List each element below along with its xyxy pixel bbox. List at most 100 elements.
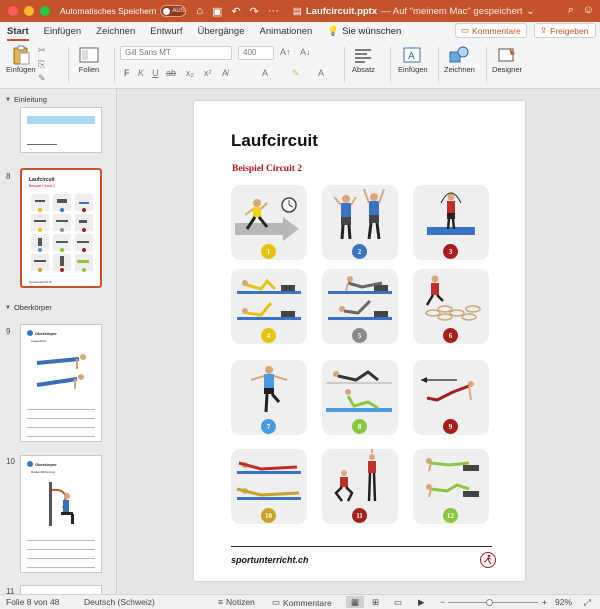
copy-icon[interactable]: ⎘ [38,59,45,70]
comments-status-button[interactable]: ▭ Kommentare [272,597,332,608]
font-size-select[interactable]: 400 [238,46,274,60]
tab-start[interactable]: Start [7,26,29,41]
strikethrough-icon[interactable]: ab [166,68,176,78]
slideshow-button[interactable]: ▶ [418,597,425,608]
slides-button[interactable]: Folien [78,45,100,74]
minimize-window-button[interactable] [24,6,34,16]
station-card-4[interactable]: 4 [231,269,307,344]
station-card-6[interactable]: 6 [413,269,489,344]
paste-label: Einfügen [6,65,36,74]
normal-view-button[interactable]: ▦ [346,596,364,608]
search-icon[interactable]: ⌕ [568,4,574,17]
station-number-badge: 7 [261,419,276,434]
save-icon[interactable]: ▣ [212,5,222,18]
slide-thumb-10[interactable]: Oberkörper Rudern/Klimmzug [20,455,102,573]
notes-button[interactable]: ≡ Notizen [218,597,255,607]
home-icon[interactable]: ⌂ [196,5,203,18]
current-slide[interactable]: Laufcircuit Beispiel Circuit 2 1 2 3 4 5… [194,101,525,581]
more-icon[interactable]: ··· [268,5,279,18]
slide-number: 9 [6,327,11,336]
station-number-badge: 10 [261,508,276,523]
thumb-subtitle: Beispiel Circuit 2 [29,184,56,188]
station-number-badge: 1 [261,244,276,259]
thumb-title: Oberkörper [35,330,57,336]
slide-thumbnails-pane[interactable]: ▼ Einleitung 8 Laufcircuit Beispiel Circ… [0,89,117,594]
redo-icon[interactable]: ↷ [250,5,259,18]
zoom-slider-track[interactable] [448,602,538,603]
slide-sorter-button[interactable]: ⊞ [372,597,379,608]
slide-title[interactable]: Laufcircuit [231,131,318,151]
font-color-icon[interactable]: A [318,68,324,78]
format-painter-icon[interactable]: ✎ [38,73,46,84]
bold-icon[interactable]: F [124,68,130,78]
align-icon [352,45,374,65]
language-status[interactable]: Deutsch (Schweiz) [84,597,155,607]
close-window-button[interactable] [8,6,18,16]
tab-animations[interactable]: Animationen [260,26,313,37]
tab-design[interactable]: Entwurf [150,26,182,37]
section-einleitung[interactable]: ▼ Einleitung [5,95,47,104]
slide-thumb-9[interactable]: Oberkörper Liegestütze [20,324,102,442]
station-card-5[interactable]: 5 [322,269,398,344]
share-button[interactable]: ⇪ Freigeben [534,23,596,38]
slide-footer[interactable]: sportunterricht.ch [231,555,309,565]
superscript-icon[interactable]: x² [204,68,212,78]
slide-editor-canvas[interactable]: Laufcircuit Beispiel Circuit 2 1 2 3 4 5… [118,89,600,594]
section-label: Einleitung [13,95,47,104]
side-plank-illustration [328,276,392,320]
station-card-12[interactable]: 12 [413,449,489,524]
station-card-2[interactable]: 2 [322,185,398,260]
slide-thumb-8[interactable]: Laufcircuit Beispiel Circuit 2 sportunte… [20,168,102,288]
italic-icon[interactable]: K [138,68,144,78]
section-oberkoerper[interactable]: ▼ Oberkörper [5,303,52,312]
insert-button[interactable]: A Einfügen [398,45,428,74]
title-chevron-icon[interactable]: ⌄ [527,6,535,17]
station-card-7[interactable]: 7 [231,360,307,435]
station-number-badge: 2 [352,244,367,259]
autosave-toggle[interactable]: AUS [160,5,187,17]
highlight-icon[interactable]: ✎ [292,68,300,79]
tab-draw[interactable]: Zeichnen [96,26,135,37]
paragraph-label: Absatz [352,65,375,74]
collapse-triangle-icon[interactable]: ▼ [5,305,11,311]
slide-subtitle[interactable]: Beispiel Circuit 2 [232,164,302,174]
collapse-triangle-icon[interactable]: ▼ [5,97,11,103]
clear-format-icon[interactable]: A̸ [222,68,228,78]
grow-font-icon[interactable]: A↑ [280,47,291,57]
font-name-select[interactable]: Gill Sans MT [120,46,232,60]
undo-icon[interactable]: ↶ [231,5,240,18]
paste-button[interactable]: Einfügen [6,45,36,74]
tell-me-box[interactable]: 💡 Sie wünschen [327,26,401,37]
subscript-icon[interactable]: x₂ [186,68,194,78]
station-card-8[interactable]: 8 [322,360,398,435]
slide-thumb-7[interactable] [20,107,102,153]
paragraph-button[interactable]: Absatz [352,45,375,74]
reading-view-button[interactable]: ▭ [394,597,402,608]
designer-button[interactable]: Designer [492,45,522,74]
zoom-out-button[interactable]: − [440,597,445,607]
station-card-3[interactable]: 3 [413,185,489,260]
title-bar: Automatisches Speichern AUS ⌂ ▣ ↶ ↷ ··· … [0,0,600,22]
underline-icon[interactable]: U [152,68,159,78]
fit-to-window-icon[interactable]: ⤢ [584,597,591,608]
zoom-window-button[interactable] [40,6,50,16]
thumb-grid [31,194,93,272]
slide-thumb-11[interactable] [20,585,102,594]
comments-button[interactable]: ▭ Kommentare [455,23,527,38]
tab-insert[interactable]: Einfügen [44,26,82,37]
station-card-9[interactable]: 9 [413,360,489,435]
zoom-level[interactable]: 92% [555,597,572,607]
zoom-in-button[interactable]: + [542,597,547,607]
station-number-badge: 3 [443,244,458,259]
cut-icon[interactable]: ✂ [38,45,46,56]
station-card-1[interactable]: 1 [231,185,307,260]
zoom-slider-knob[interactable] [486,599,493,606]
station-card-11[interactable]: 11 [322,449,398,524]
text-effects-icon[interactable]: A [262,68,268,78]
station-card-10[interactable]: 10 [231,449,307,524]
shrink-font-icon[interactable]: A↓ [300,47,311,57]
share-people-icon[interactable]: ☺ [583,4,594,17]
document-title: ▤ Laufcircuit.pptx — Auf "meinem Mac" ge… [293,6,535,17]
draw-button[interactable]: Zeichnen [444,45,475,74]
tab-transitions[interactable]: Übergänge [197,26,244,37]
